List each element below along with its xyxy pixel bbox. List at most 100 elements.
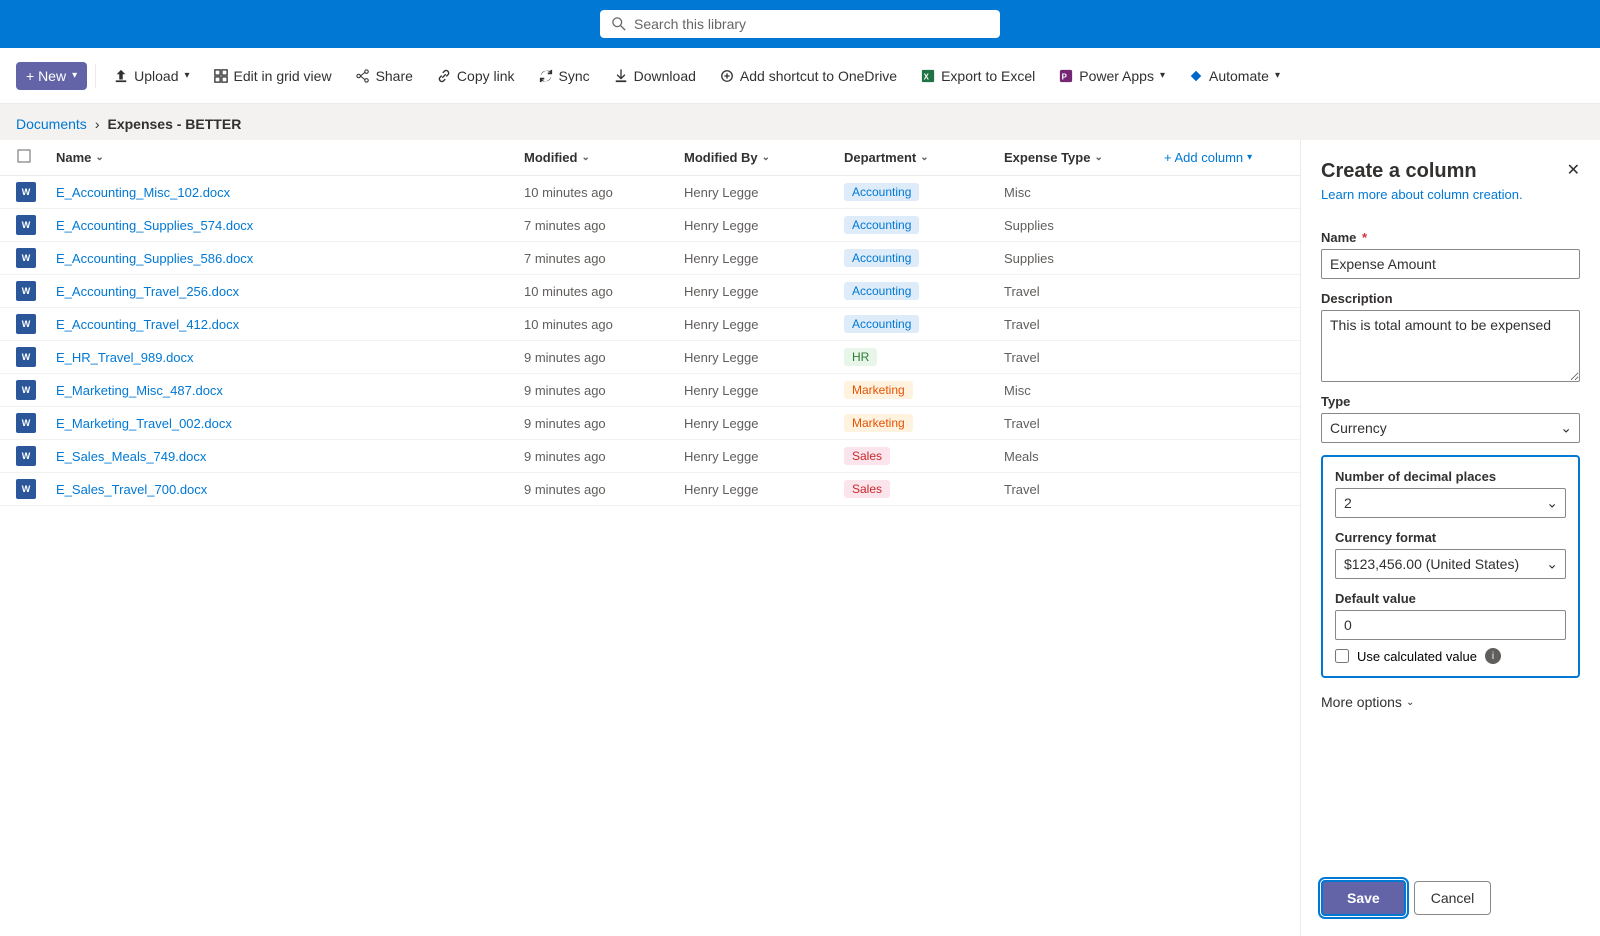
file-modified-by: Henry Legge	[684, 449, 844, 464]
calculated-value-checkbox[interactable]	[1335, 649, 1349, 663]
add-col-chevron-icon: ▾	[1247, 152, 1252, 163]
info-icon[interactable]: i	[1485, 648, 1501, 664]
file-name: E_Accounting_Misc_102.docx	[56, 185, 524, 200]
file-department: Accounting	[844, 216, 1004, 234]
file-expense-type: Supplies	[1004, 251, 1164, 266]
decimal-select[interactable]: 0 1 2 3 4 5	[1335, 488, 1566, 518]
panel-learn-link[interactable]: Learn more about column creation.	[1321, 187, 1580, 202]
copy-link-button[interactable]: Copy link	[427, 62, 525, 90]
file-expense-type: Misc	[1004, 383, 1164, 398]
file-department: Marketing	[844, 414, 1004, 432]
dept-sort-icon: ⌄	[920, 152, 928, 163]
export-button[interactable]: X Export to Excel	[911, 62, 1045, 90]
file-department: Accounting	[844, 249, 1004, 267]
dept-badge: Accounting	[844, 249, 919, 267]
currency-section: Number of decimal places 0 1 2 3 4 5 Cur…	[1321, 455, 1580, 678]
file-name: E_HR_Travel_989.docx	[56, 350, 524, 365]
format-select-wrapper: $123,456.00 (United States) €123.456,00 …	[1335, 549, 1566, 579]
file-department: Accounting	[844, 282, 1004, 300]
powerapps-button[interactable]: P Power Apps ▾	[1049, 62, 1175, 90]
file-department: Marketing	[844, 381, 1004, 399]
dept-badge: Accounting	[844, 216, 919, 234]
description-textarea[interactable]: This is total amount to be expensed	[1321, 310, 1580, 382]
file-expense-type: Travel	[1004, 284, 1164, 299]
table-row[interactable]: W E_Accounting_Misc_102.docx 10 minutes …	[0, 176, 1300, 209]
file-expense-type: Supplies	[1004, 218, 1164, 233]
format-label: Currency format	[1335, 530, 1566, 545]
new-button[interactable]: + New ▾	[16, 62, 87, 90]
dept-badge: Marketing	[844, 381, 913, 399]
file-icon: W	[16, 347, 56, 367]
share-button[interactable]: Share	[346, 62, 423, 90]
table-row[interactable]: W E_HR_Travel_989.docx 9 minutes ago Hen…	[0, 341, 1300, 374]
search-box[interactable]: Search this library	[600, 10, 1000, 38]
automate-button[interactable]: Automate ▾	[1179, 62, 1290, 90]
more-options-button[interactable]: More options ⌄	[1321, 694, 1580, 710]
sync-button[interactable]: Sync	[529, 62, 600, 90]
breadcrumb-separator: ›	[95, 116, 100, 132]
file-name: E_Accounting_Travel_256.docx	[56, 284, 524, 299]
file-modified: 9 minutes ago	[524, 350, 684, 365]
powerapps-icon: P	[1059, 69, 1073, 83]
col-modified-by[interactable]: Modified By ⌄	[684, 150, 844, 165]
file-modified-by: Henry Legge	[684, 185, 844, 200]
table-row[interactable]: W E_Accounting_Travel_412.docx 10 minute…	[0, 308, 1300, 341]
file-icon: W	[16, 446, 56, 466]
file-department: HR	[844, 348, 1004, 366]
file-department: Sales	[844, 447, 1004, 465]
download-button[interactable]: Download	[604, 62, 706, 90]
cancel-button[interactable]: Cancel	[1414, 881, 1492, 915]
shortcut-button[interactable]: Add shortcut to OneDrive	[710, 62, 907, 90]
col-name[interactable]: Name ⌄	[56, 150, 524, 165]
search-placeholder: Search this library	[634, 16, 746, 32]
table-row[interactable]: W E_Sales_Meals_749.docx 9 minutes ago H…	[0, 440, 1300, 473]
expense-sort-icon: ⌄	[1094, 152, 1102, 163]
dept-badge: Marketing	[844, 414, 913, 432]
table-row[interactable]: W E_Marketing_Travel_002.docx 9 minutes …	[0, 407, 1300, 440]
file-modified: 10 minutes ago	[524, 284, 684, 299]
format-select[interactable]: $123,456.00 (United States) €123.456,00 …	[1335, 549, 1566, 579]
decimal-label: Number of decimal places	[1335, 469, 1566, 484]
file-name: E_Sales_Meals_749.docx	[56, 449, 524, 464]
type-select[interactable]: Currency Single line of text Multiple li…	[1321, 413, 1580, 443]
upload-button[interactable]: Upload ▾	[104, 62, 199, 90]
toolbar-divider-1	[95, 64, 96, 88]
table-row[interactable]: W E_Marketing_Misc_487.docx 9 minutes ag…	[0, 374, 1300, 407]
col-modified[interactable]: Modified ⌄	[524, 150, 684, 165]
add-column-button[interactable]: + Add column ▾	[1164, 150, 1284, 165]
column-name-input[interactable]	[1321, 249, 1580, 279]
svg-text:X: X	[924, 72, 930, 81]
share-icon	[356, 69, 370, 83]
modified-by-sort-icon: ⌄	[762, 152, 770, 163]
close-panel-button[interactable]: ✕	[1563, 156, 1584, 184]
table-row[interactable]: W E_Accounting_Travel_256.docx 10 minute…	[0, 275, 1300, 308]
required-star: *	[1358, 230, 1367, 245]
file-icon: W	[16, 380, 56, 400]
word-icon: W	[16, 446, 36, 466]
file-department: Accounting	[844, 315, 1004, 333]
word-icon: W	[16, 413, 36, 433]
col-department[interactable]: Department ⌄	[844, 150, 1004, 165]
automate-icon	[1189, 69, 1203, 83]
save-button[interactable]: Save	[1321, 880, 1406, 916]
table-row[interactable]: W E_Accounting_Supplies_586.docx 7 minut…	[0, 242, 1300, 275]
file-modified-by: Henry Legge	[684, 482, 844, 497]
table-row[interactable]: W E_Sales_Travel_700.docx 9 minutes ago …	[0, 473, 1300, 506]
file-modified-by: Henry Legge	[684, 416, 844, 431]
default-value-input[interactable]	[1335, 610, 1566, 640]
dept-badge: Sales	[844, 447, 890, 465]
word-icon: W	[16, 215, 36, 235]
table-row[interactable]: W E_Accounting_Supplies_574.docx 7 minut…	[0, 209, 1300, 242]
download-icon	[614, 69, 628, 83]
file-name: E_Sales_Travel_700.docx	[56, 482, 524, 497]
edit-grid-icon	[214, 69, 228, 83]
dept-badge: Accounting	[844, 183, 919, 201]
file-expense-type: Travel	[1004, 317, 1164, 332]
edit-grid-button[interactable]: Edit in grid view	[204, 62, 342, 90]
file-modified-by: Henry Legge	[684, 350, 844, 365]
upload-icon	[114, 69, 128, 83]
col-expense-type[interactable]: Expense Type ⌄	[1004, 150, 1164, 165]
file-expense-type: Misc	[1004, 185, 1164, 200]
file-modified: 9 minutes ago	[524, 482, 684, 497]
breadcrumb-parent[interactable]: Documents	[16, 116, 87, 132]
